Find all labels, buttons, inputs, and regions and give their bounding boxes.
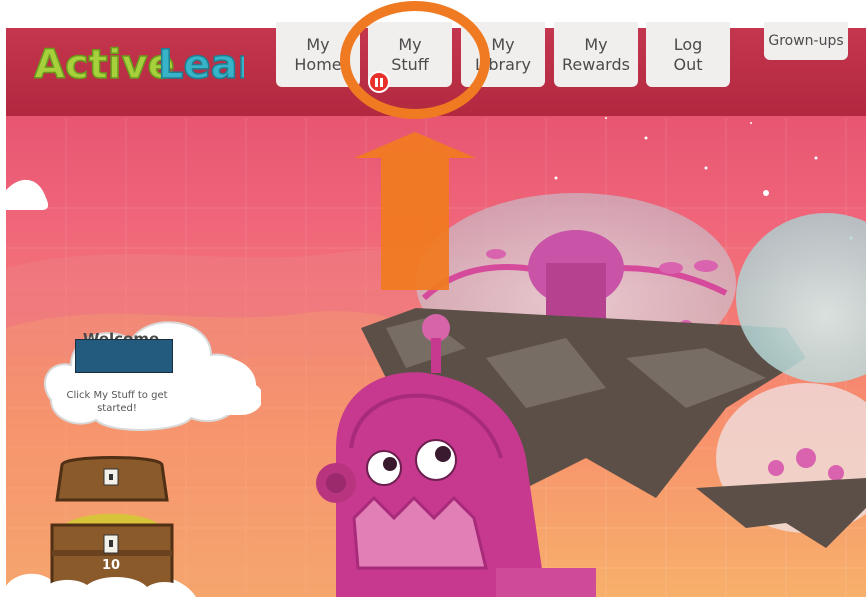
nav-log-out-button[interactable]: Log Out [646,22,730,87]
nav-my-rewards-button[interactable]: My Rewards [554,22,638,87]
nav-my-library-button[interactable]: My Library [461,22,545,87]
nav-label-line1: My [306,34,330,54]
user-name-redaction [75,339,173,373]
nav-label-line2: Rewards [562,54,630,74]
svg-text:Learn: Learn [158,42,244,88]
app-window: Active Learn My Home My Stuff My Library… [6,0,866,597]
welcome-hint: Click My Stuff to get started! [66,390,168,414]
nav-label-line2: Out [673,54,703,74]
nav-label-line2: Library [475,54,531,74]
grown-ups-button[interactable]: Grown-ups [764,22,848,60]
nav-label-line2: Home [294,54,342,74]
nav-label-line1: My [491,34,515,54]
svg-text:Active: Active [34,42,175,88]
nav-label-line1: My [398,34,422,54]
nav-label-line1: My [584,34,608,54]
nav-label-line1: Log [673,34,703,54]
activelearn-logo[interactable]: Active Learn [34,36,244,90]
nav-my-home-button[interactable]: My Home [276,22,360,87]
grown-ups-label: Grown-ups [768,33,844,49]
pause-icon[interactable] [368,71,390,93]
treasure-chest-icon[interactable] [42,455,182,597]
nav-label-line2: Stuff [391,54,429,74]
reward-count: 10 [101,558,121,573]
